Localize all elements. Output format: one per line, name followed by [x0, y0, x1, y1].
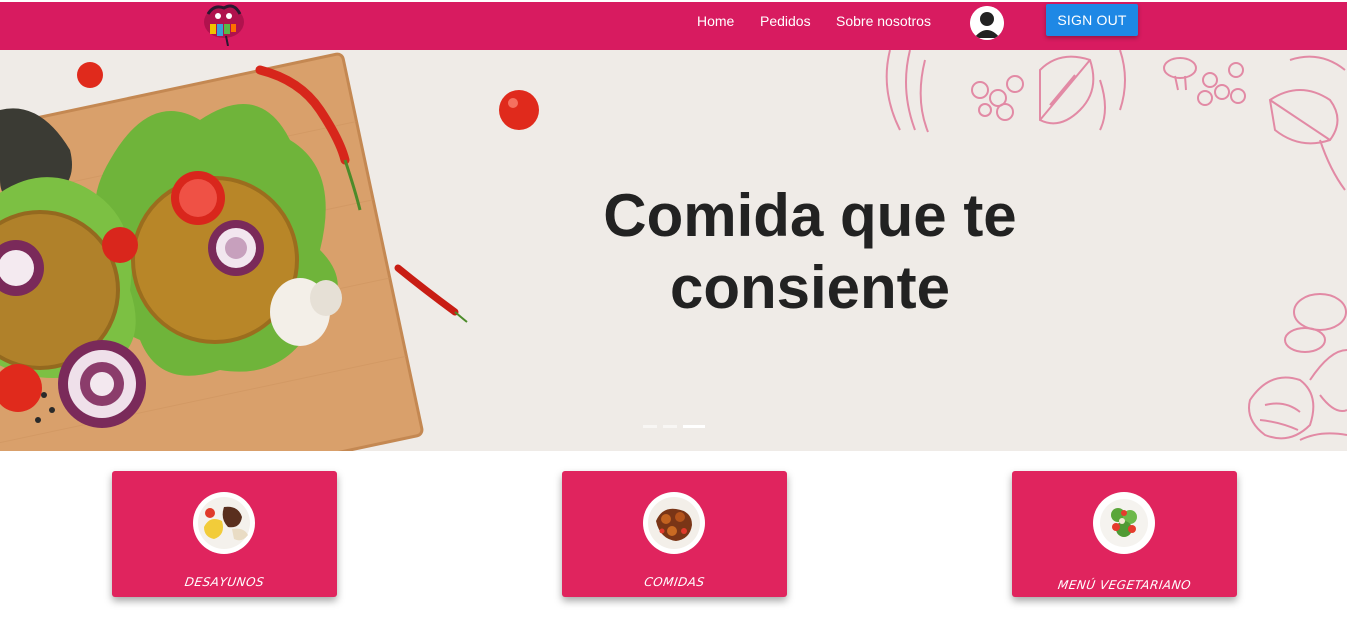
user-avatar-icon[interactable] — [970, 6, 1004, 40]
brand-logo[interactable] — [198, 2, 248, 46]
sign-out-button[interactable]: SIGN OUT — [1046, 4, 1138, 36]
nav-link-home[interactable]: Home — [697, 13, 734, 29]
hero-title: Comida que te consiente — [540, 180, 1080, 324]
category-card-desayunos[interactable]: DESAYUNOS — [112, 471, 337, 597]
hero-carousel: Comida que te consiente — [0, 50, 1347, 451]
category-card-label: DESAYUNOS — [183, 575, 266, 589]
hero-title-line-1: Comida que te — [603, 182, 1017, 249]
category-card-label: MENÚ VEGETARIANO — [1056, 578, 1193, 592]
nav-link-sobre-nosotros[interactable]: Sobre nosotros — [836, 13, 931, 29]
salad-plate-icon — [1093, 492, 1155, 554]
meals-plate-icon — [643, 492, 705, 554]
carousel-indicator-2[interactable] — [663, 425, 677, 428]
nav-link-pedidos[interactable]: Pedidos — [760, 13, 811, 29]
carousel-indicator-1[interactable] — [643, 425, 657, 428]
breakfast-plate-icon — [193, 492, 255, 554]
category-card-comidas[interactable]: COMIDAS — [562, 471, 787, 597]
category-card-label: COMIDAS — [643, 575, 706, 589]
hero-title-line-2: consiente — [669, 254, 951, 321]
carousel-indicator-3[interactable] — [683, 425, 705, 428]
category-card-menu-vegetariano[interactable]: MENÚ VEGETARIANO — [1012, 471, 1237, 597]
top-navbar: Home Pedidos Sobre nosotros SIGN OUT — [0, 2, 1347, 50]
